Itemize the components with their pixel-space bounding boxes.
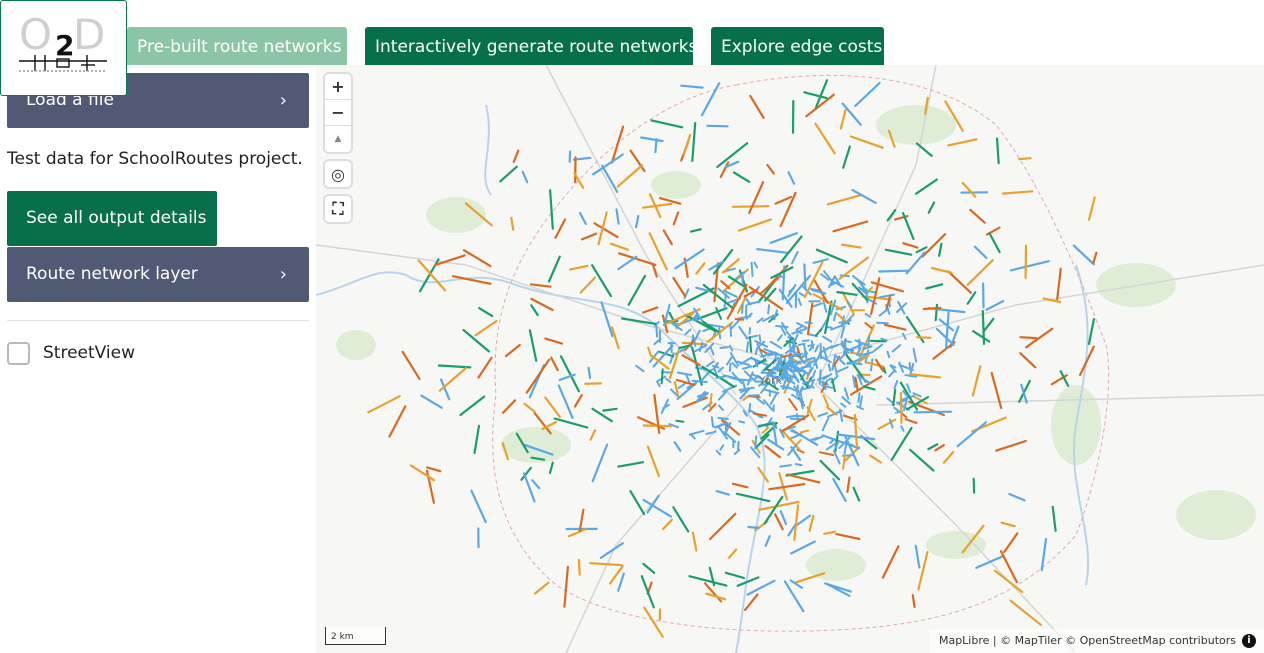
city-label: York <box>759 374 782 387</box>
streetview-label: StreetView <box>43 343 135 363</box>
output-details-button[interactable]: See all output details <box>7 191 217 246</box>
svg-text:O: O <box>19 10 52 59</box>
basemap <box>316 65 1264 653</box>
streetview-checkbox[interactable] <box>7 342 30 365</box>
chevron-right-icon: › <box>279 264 287 285</box>
app-root: O 2 D Pre-built route networks Interacti… <box>0 0 1264 653</box>
route-network-layer-label: Route network layer <box>26 264 198 284</box>
zoom-out-button[interactable]: − <box>325 100 351 126</box>
info-icon[interactable]: i <box>1242 634 1256 648</box>
zoom-controls: + − ▲ <box>325 74 351 152</box>
map-canvas[interactable]: York + − ▲ ◎ ⛶ 2 km MapLibre | © MapTile… <box>316 65 1264 653</box>
o2d-logo[interactable]: O 2 D <box>0 0 127 96</box>
chevron-right-icon: › <box>279 90 287 111</box>
fullscreen-icon[interactable]: ⛶ <box>325 196 351 222</box>
fullscreen-control: ⛶ <box>325 196 351 222</box>
logo-graphic: O 2 D <box>19 10 107 72</box>
map-attribution: MapLibre | © MapTiler © OpenStreetMap co… <box>928 629 1264 653</box>
dataset-description: Test data for SchoolRoutes project. <box>7 149 303 169</box>
zoom-in-button[interactable]: + <box>325 74 351 100</box>
svg-text:D: D <box>73 10 105 59</box>
tab-prebuilt-route-networks[interactable]: Pre-built route networks <box>127 27 347 68</box>
geolocate-icon[interactable]: ◎ <box>325 161 351 187</box>
tab-explore-edge-costs[interactable]: Explore edge costs <box>711 27 884 68</box>
divider <box>7 320 309 321</box>
route-network-layer-accordion[interactable]: Route network layer › <box>7 247 309 302</box>
compass-button[interactable]: ▲ <box>325 126 351 152</box>
tab-interactive-route-networks[interactable]: Interactively generate route networks <box>365 27 697 68</box>
scale-bar: 2 km <box>325 627 386 645</box>
geolocate-control: ◎ <box>325 161 351 187</box>
route-network-lines <box>367 79 1098 638</box>
svg-text:2: 2 <box>55 29 74 62</box>
attribution-text[interactable]: MapLibre | © MapTiler © OpenStreetMap co… <box>939 629 1236 653</box>
sidebar: Load a file › Test data for SchoolRoutes… <box>0 65 316 653</box>
